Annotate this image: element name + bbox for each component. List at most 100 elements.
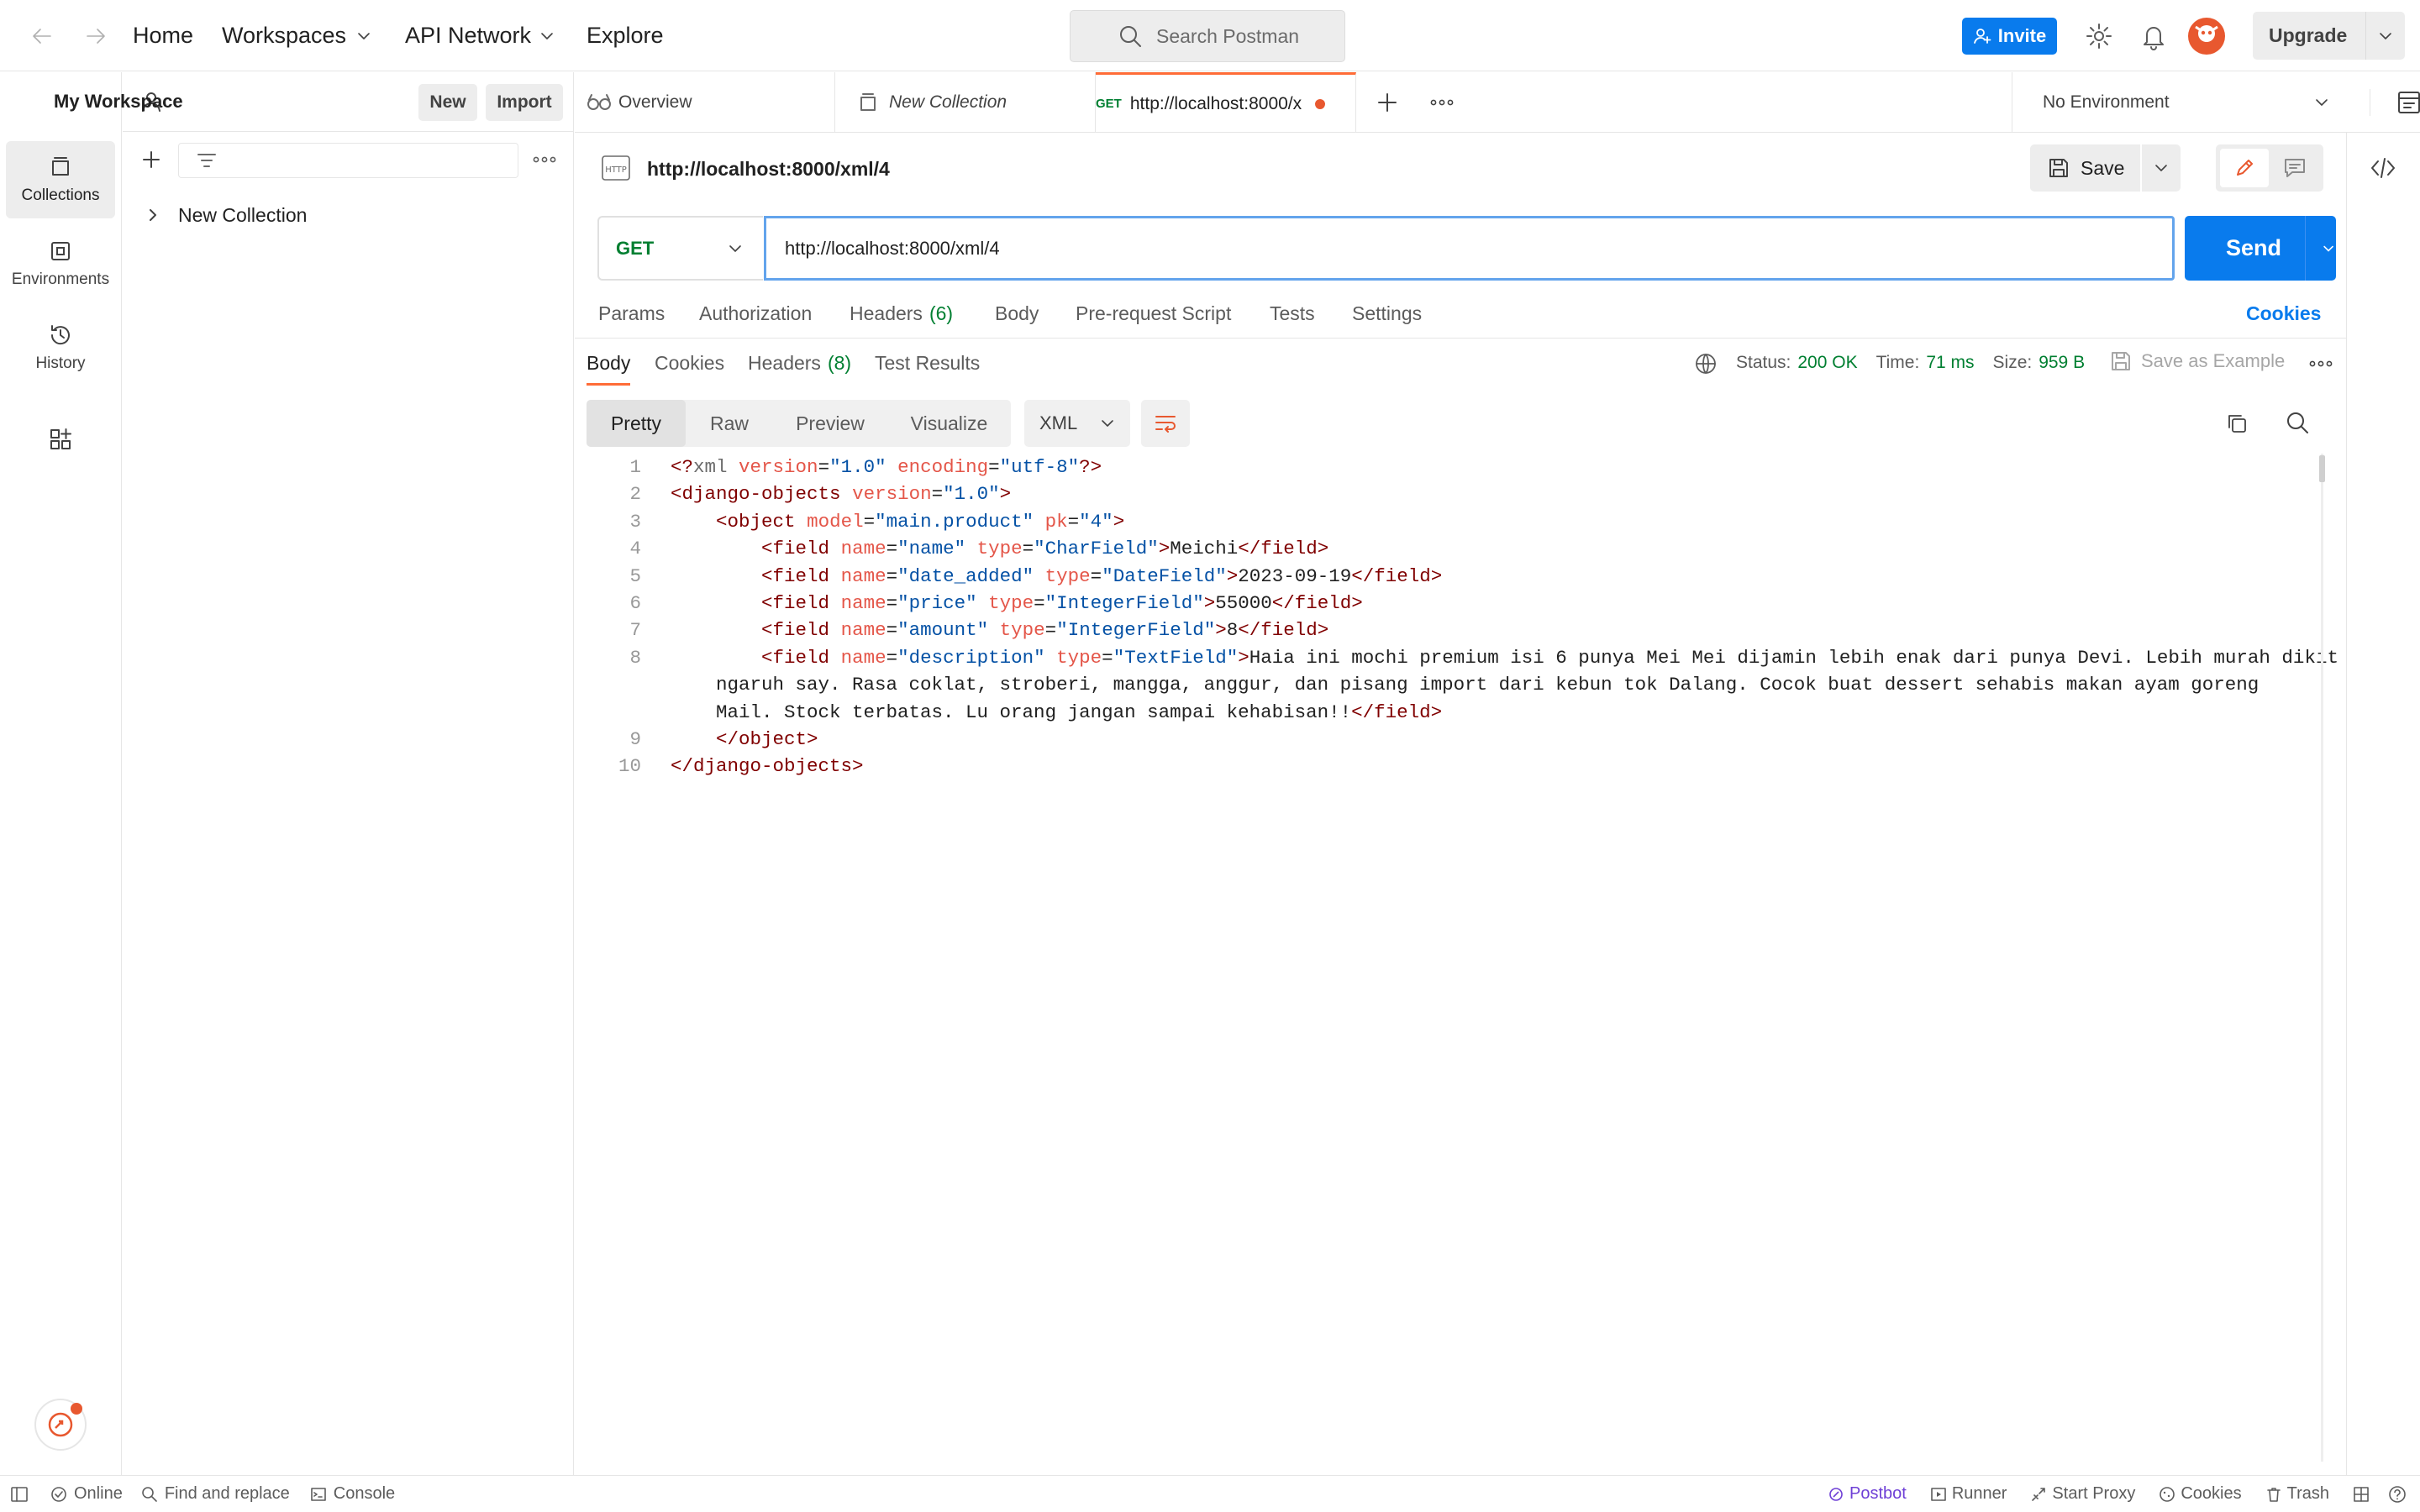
- subtab-authorization[interactable]: Authorization: [699, 302, 812, 325]
- import-button[interactable]: Import: [486, 84, 563, 121]
- code-line: </object>: [716, 728, 818, 750]
- url-value: http://localhost:8000/xml/4: [785, 237, 1000, 259]
- response-tab-headers[interactable]: Headers (8): [748, 352, 851, 375]
- code-scrollbar[interactable]: [2321, 454, 2323, 1462]
- nav-api-network[interactable]: API Network: [405, 23, 556, 49]
- tab-overview[interactable]: Overview: [575, 72, 835, 133]
- subtab-settings[interactable]: Settings: [1352, 302, 1422, 325]
- console-button[interactable]: Console: [310, 1484, 395, 1504]
- cookies-button[interactable]: Cookies: [2159, 1484, 2242, 1504]
- toggle-sidebar-icon[interactable]: [10, 1486, 29, 1503]
- filter-input[interactable]: [178, 143, 518, 178]
- copy-icon[interactable]: [2225, 412, 2249, 435]
- help-icon[interactable]: [2388, 1485, 2407, 1504]
- chevron-down-icon: [541, 32, 553, 39]
- send-button[interactable]: Send: [2185, 216, 2336, 281]
- settings-icon[interactable]: [2085, 22, 2113, 50]
- online-status[interactable]: Online: [50, 1484, 123, 1504]
- rail-environments[interactable]: Environments: [6, 225, 115, 302]
- search-bar[interactable]: Search Postman: [1070, 10, 1345, 62]
- code-token: "CharField": [1034, 538, 1159, 559]
- subtab-pre-request-script[interactable]: Pre-request Script: [1076, 302, 1231, 325]
- find-replace[interactable]: Find and replace: [141, 1484, 290, 1504]
- view-pretty[interactable]: Pretty: [587, 400, 686, 447]
- chevron-down-icon: [729, 244, 741, 252]
- collection-item[interactable]: New Collection: [145, 200, 307, 230]
- code-token: field: [1294, 592, 1352, 614]
- comment-icon[interactable]: [2283, 157, 2307, 179]
- add-tab-icon[interactable]: [1376, 92, 1398, 113]
- import-label: Import: [497, 92, 552, 112]
- start-proxy-button[interactable]: Start Proxy: [2030, 1484, 2135, 1504]
- wrap-lines-button[interactable]: [1141, 400, 1190, 447]
- search-response-icon[interactable]: [2285, 410, 2310, 435]
- view-visualize[interactable]: Visualize: [887, 400, 1011, 447]
- cookies-link[interactable]: Cookies: [2246, 302, 2321, 325]
- status-value[interactable]: 200 OK: [1797, 353, 1857, 373]
- code-line: <?xml version="1.0" encoding="utf-8"?>: [671, 456, 1102, 478]
- trash-button[interactable]: Trash: [2265, 1484, 2329, 1504]
- environment-select[interactable]: No Environment: [2012, 72, 2348, 133]
- tab-new-collection[interactable]: New Collection: [835, 72, 1096, 133]
- time-value[interactable]: 71 ms: [1926, 353, 1974, 373]
- subtab-headers[interactable]: Headers (6): [850, 302, 953, 325]
- back-arrow-icon[interactable]: [30, 24, 54, 48]
- response-tab-test-results[interactable]: Test Results: [875, 352, 980, 375]
- console-icon: [310, 1487, 326, 1501]
- request-title[interactable]: http://localhost:8000/xml/4: [647, 158, 890, 181]
- code-token: model: [807, 511, 864, 533]
- two-pane-icon[interactable]: [2353, 1486, 2370, 1503]
- code-snippet-icon[interactable]: [2370, 156, 2396, 180]
- nav-explore[interactable]: Explore: [587, 23, 664, 49]
- add-collection-icon[interactable]: [141, 150, 161, 170]
- forward-arrow-icon[interactable]: [84, 24, 108, 48]
- invite-button[interactable]: Invite: [1962, 18, 2057, 55]
- response-tab-cookies[interactable]: Cookies: [655, 352, 724, 375]
- format-label: XML: [1039, 412, 1078, 433]
- save-button[interactable]: Save: [2030, 144, 2140, 192]
- configure-workbench-icon[interactable]: [48, 427, 73, 452]
- workspace-name[interactable]: My Workspace: [54, 91, 183, 113]
- code-scrollbar-thumb[interactable]: [2319, 455, 2325, 482]
- view-raw[interactable]: Raw: [686, 400, 773, 447]
- format-select[interactable]: XML: [1024, 400, 1130, 447]
- line-number: 6: [629, 592, 641, 614]
- save-as-example-button[interactable]: Save as Example: [2109, 349, 2285, 373]
- subtab-params[interactable]: Params: [598, 302, 665, 325]
- url-input[interactable]: http://localhost:8000/xml/4: [764, 216, 2175, 281]
- postbot-button[interactable]: Postbot: [1828, 1484, 1907, 1504]
- nav-workspaces[interactable]: Workspaces: [222, 23, 373, 49]
- sidebar-more-icon[interactable]: [533, 155, 556, 165]
- notification-bell-icon[interactable]: [2140, 22, 2167, 50]
- chevron-down-icon[interactable]: [2321, 239, 2336, 258]
- response-more-icon[interactable]: [2309, 359, 2333, 369]
- subtab-body[interactable]: Body: [995, 302, 1039, 325]
- response-code-viewer[interactable]: 1 2 3 4 5 6 7 8 9 10 <?xml version="1.0"…: [587, 454, 2338, 1462]
- postbot-launcher-icon[interactable]: [34, 1398, 87, 1452]
- tabs-more-icon[interactable]: [1430, 97, 1454, 108]
- size-value[interactable]: 959 B: [2039, 353, 2085, 373]
- edit-pencil-icon[interactable]: [2220, 149, 2269, 187]
- new-button[interactable]: New: [418, 84, 477, 121]
- tab-request-active[interactable]: GET http://localhost:8000/x: [1096, 72, 1356, 133]
- environment-quick-look-icon[interactable]: [2370, 89, 2420, 116]
- view-raw-label: Raw: [709, 412, 749, 434]
- collection-icon: [860, 93, 876, 111]
- method-select[interactable]: GET: [597, 216, 763, 281]
- upgrade-button[interactable]: Upgrade: [2253, 12, 2405, 60]
- globe-icon[interactable]: [1694, 352, 1718, 375]
- subtab-tests[interactable]: Tests: [1270, 302, 1315, 325]
- response-tab-body[interactable]: Body: [587, 352, 630, 375]
- code-line: <field name="date_added" type="DateField…: [761, 565, 1443, 587]
- code-line: Mail. Stock terbatas. Lu orang jangan sa…: [716, 701, 1443, 723]
- view-preview[interactable]: Preview: [773, 400, 887, 447]
- rail-history[interactable]: History: [6, 309, 115, 386]
- rail-collections[interactable]: Collections: [6, 141, 115, 218]
- save-options-button[interactable]: [2142, 144, 2181, 192]
- chevron-down-icon[interactable]: [2376, 27, 2395, 45]
- nav-home[interactable]: Home: [133, 23, 193, 49]
- chevron-right-icon: [150, 209, 156, 221]
- avatar[interactable]: [2187, 17, 2226, 55]
- tab-new-collection-label: New Collection: [889, 92, 1007, 112]
- runner-button[interactable]: Runner: [1930, 1484, 2007, 1504]
